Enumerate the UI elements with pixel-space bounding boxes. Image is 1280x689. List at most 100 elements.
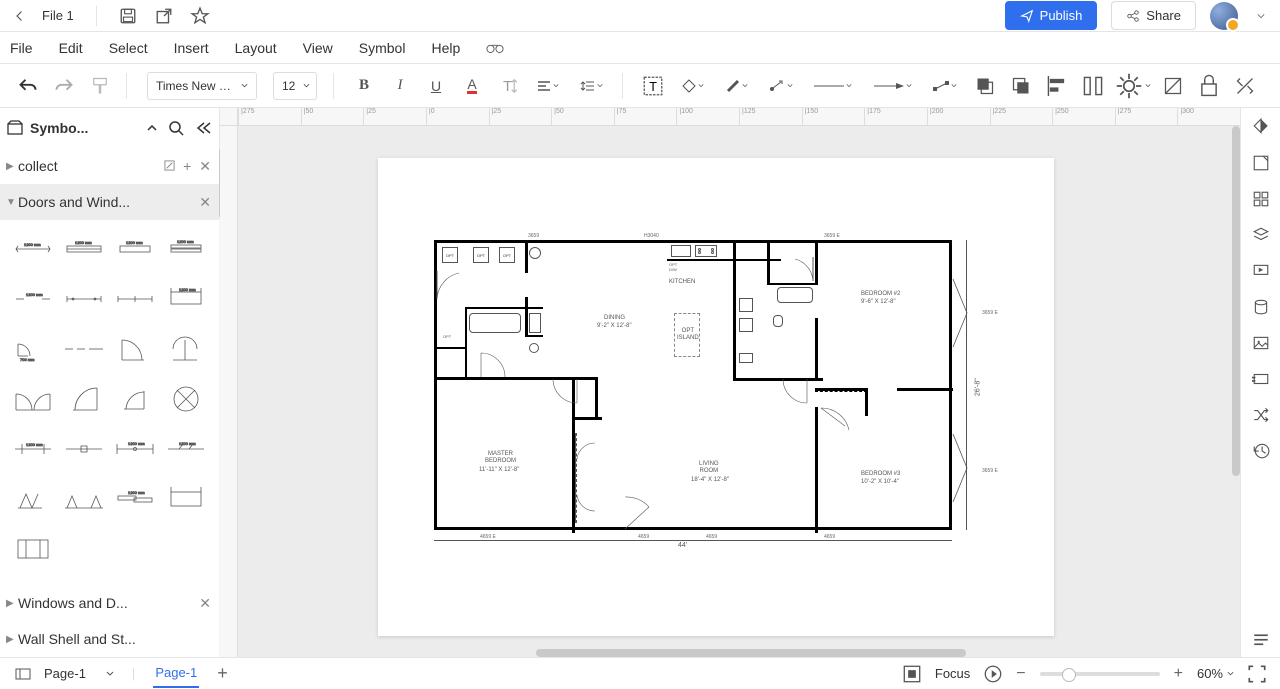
shape-span-1[interactable]: [61, 276, 108, 322]
export-icon[interactable]: [155, 7, 173, 25]
presentation-icon[interactable]: [1252, 262, 1270, 280]
shape-door-swing-180[interactable]: [162, 326, 209, 372]
align-left-obj-button[interactable]: [1047, 76, 1067, 96]
shape-revolving-door[interactable]: [162, 376, 209, 422]
shape-window-single[interactable]: 1200 mm: [112, 226, 159, 272]
page-layout-icon[interactable]: [14, 665, 32, 683]
toilet-2[interactable]: [773, 315, 783, 327]
search-icon[interactable]: [167, 119, 185, 137]
opt-box-2[interactable]: OPT: [473, 247, 489, 263]
font-family-select[interactable]: Times New Ro...: [147, 72, 257, 100]
fullscreen-icon[interactable]: [1248, 665, 1266, 683]
menu-edit[interactable]: Edit: [59, 40, 83, 56]
connector-button[interactable]: [767, 76, 795, 96]
menu-layout[interactable]: Layout: [235, 40, 277, 56]
shuffle-icon[interactable]: [1252, 406, 1270, 424]
stove[interactable]: [695, 245, 717, 257]
binoculars-icon[interactable]: [486, 39, 504, 57]
shower-master[interactable]: [529, 313, 541, 333]
shape-bifold-double[interactable]: [61, 476, 108, 522]
menu-symbol[interactable]: Symbol: [359, 40, 406, 56]
save-icon[interactable]: [119, 7, 137, 25]
menu-help[interactable]: Help: [431, 40, 460, 56]
bathtub-master[interactable]: [469, 313, 521, 333]
fill-color-button[interactable]: [679, 76, 707, 96]
line-color-button[interactable]: [723, 76, 751, 96]
share-button[interactable]: Share: [1111, 1, 1196, 30]
font-size-select[interactable]: 12: [273, 72, 317, 100]
line-spacing-button[interactable]: [578, 76, 606, 96]
effects-button[interactable]: [1119, 76, 1147, 96]
shape-dim-a[interactable]: 1200 mm: [10, 426, 57, 472]
category-doors-windows[interactable]: ▼ Doors and Wind... ✕: [0, 184, 219, 220]
closet-door-2[interactable]: [577, 493, 607, 513]
menu-select[interactable]: Select: [109, 40, 148, 56]
shape-dim-b[interactable]: [61, 426, 108, 472]
image-icon[interactable]: [1252, 334, 1270, 352]
close-category-icon[interactable]: ✕: [199, 194, 211, 211]
bold-button[interactable]: B: [354, 76, 374, 96]
add-page-button[interactable]: +: [217, 663, 228, 684]
redo-button[interactable]: [54, 76, 74, 96]
text-tool-button[interactable]: T: [643, 76, 663, 96]
component-icon[interactable]: [1252, 370, 1270, 388]
focus-label[interactable]: Focus: [935, 666, 970, 681]
shape-door-swing-90[interactable]: [112, 326, 159, 372]
edit-category-icon[interactable]: [164, 158, 175, 175]
shape-window-double[interactable]: 1200 mm: [162, 226, 209, 272]
door-swing-3[interactable]: [547, 379, 587, 409]
category-collect[interactable]: ▶ collect + ✕: [0, 148, 219, 184]
zoom-out-button[interactable]: −: [1016, 665, 1025, 683]
canvas-h-scrollbar[interactable]: [536, 649, 966, 657]
close-category-icon[interactable]: ✕: [199, 158, 211, 175]
page[interactable]: 3659 H3040 3659 E 4659 E 4659 4659 4659 …: [378, 158, 1054, 636]
shape-door-swing-left[interactable]: [61, 376, 108, 422]
door-swing-2[interactable]: [477, 351, 517, 381]
back-button[interactable]: [10, 10, 30, 22]
publish-button[interactable]: Publish: [1005, 1, 1098, 30]
door-swing-4[interactable]: [777, 379, 817, 409]
opt-box-1[interactable]: OPT: [442, 247, 458, 263]
closet-door-1[interactable]: [577, 443, 607, 463]
zoom-value[interactable]: 60%: [1197, 666, 1234, 681]
shape-door-seg[interactable]: [61, 326, 108, 372]
category-windows-doors[interactable]: ▶ Windows and D... ✕: [0, 585, 219, 621]
collapse-panel-icon[interactable]: [143, 119, 161, 137]
lock-button[interactable]: [1199, 76, 1219, 96]
close-category-icon[interactable]: ✕: [199, 595, 211, 612]
canvas[interactable]: |275|50|25|0 |25|50|75|100 |125|150|175|…: [220, 108, 1240, 657]
properties-icon[interactable]: [1252, 154, 1270, 172]
menu-toggle-icon[interactable]: [1252, 631, 1270, 649]
tools-button[interactable]: [1235, 76, 1255, 96]
line-style-button[interactable]: [811, 76, 855, 96]
bathtub-2[interactable]: [777, 287, 813, 303]
align-button[interactable]: [534, 76, 562, 96]
appliance-a[interactable]: [739, 298, 753, 312]
add-category-icon[interactable]: +: [183, 158, 191, 175]
star-icon[interactable]: [191, 7, 209, 25]
line-ends-button[interactable]: [931, 76, 959, 96]
shape-sliding-a[interactable]: 1200 mm: [112, 476, 159, 522]
page-tab-1[interactable]: Page-1: [153, 659, 199, 688]
door-swing-5[interactable]: [819, 408, 859, 438]
category-wall-shell[interactable]: ▶ Wall Shell and St...: [0, 621, 219, 657]
layers-icon[interactable]: [1252, 226, 1270, 244]
door-swing-entry[interactable]: [623, 493, 663, 533]
page-select[interactable]: Page-1: [44, 666, 114, 681]
sink-kitchen[interactable]: [671, 245, 691, 257]
door-swing-1[interactable]: [437, 263, 467, 303]
shape-double-door[interactable]: [10, 376, 57, 422]
menu-insert[interactable]: Insert: [174, 40, 209, 56]
avatar[interactable]: [1210, 2, 1238, 30]
distribute-button[interactable]: [1083, 76, 1103, 96]
opt-box-3[interactable]: OPT: [499, 247, 515, 263]
zoom-in-button[interactable]: +: [1174, 665, 1183, 683]
history-icon[interactable]: [1252, 442, 1270, 460]
appliance-c[interactable]: [739, 353, 753, 363]
no-effect-button[interactable]: [1163, 76, 1183, 96]
menu-file[interactable]: File: [10, 40, 33, 56]
shape-bifold-single[interactable]: [10, 476, 57, 522]
zoom-slider[interactable]: [1040, 672, 1160, 676]
shape-door-arc-thin[interactable]: [112, 376, 159, 422]
arrow-style-button[interactable]: [871, 76, 915, 96]
